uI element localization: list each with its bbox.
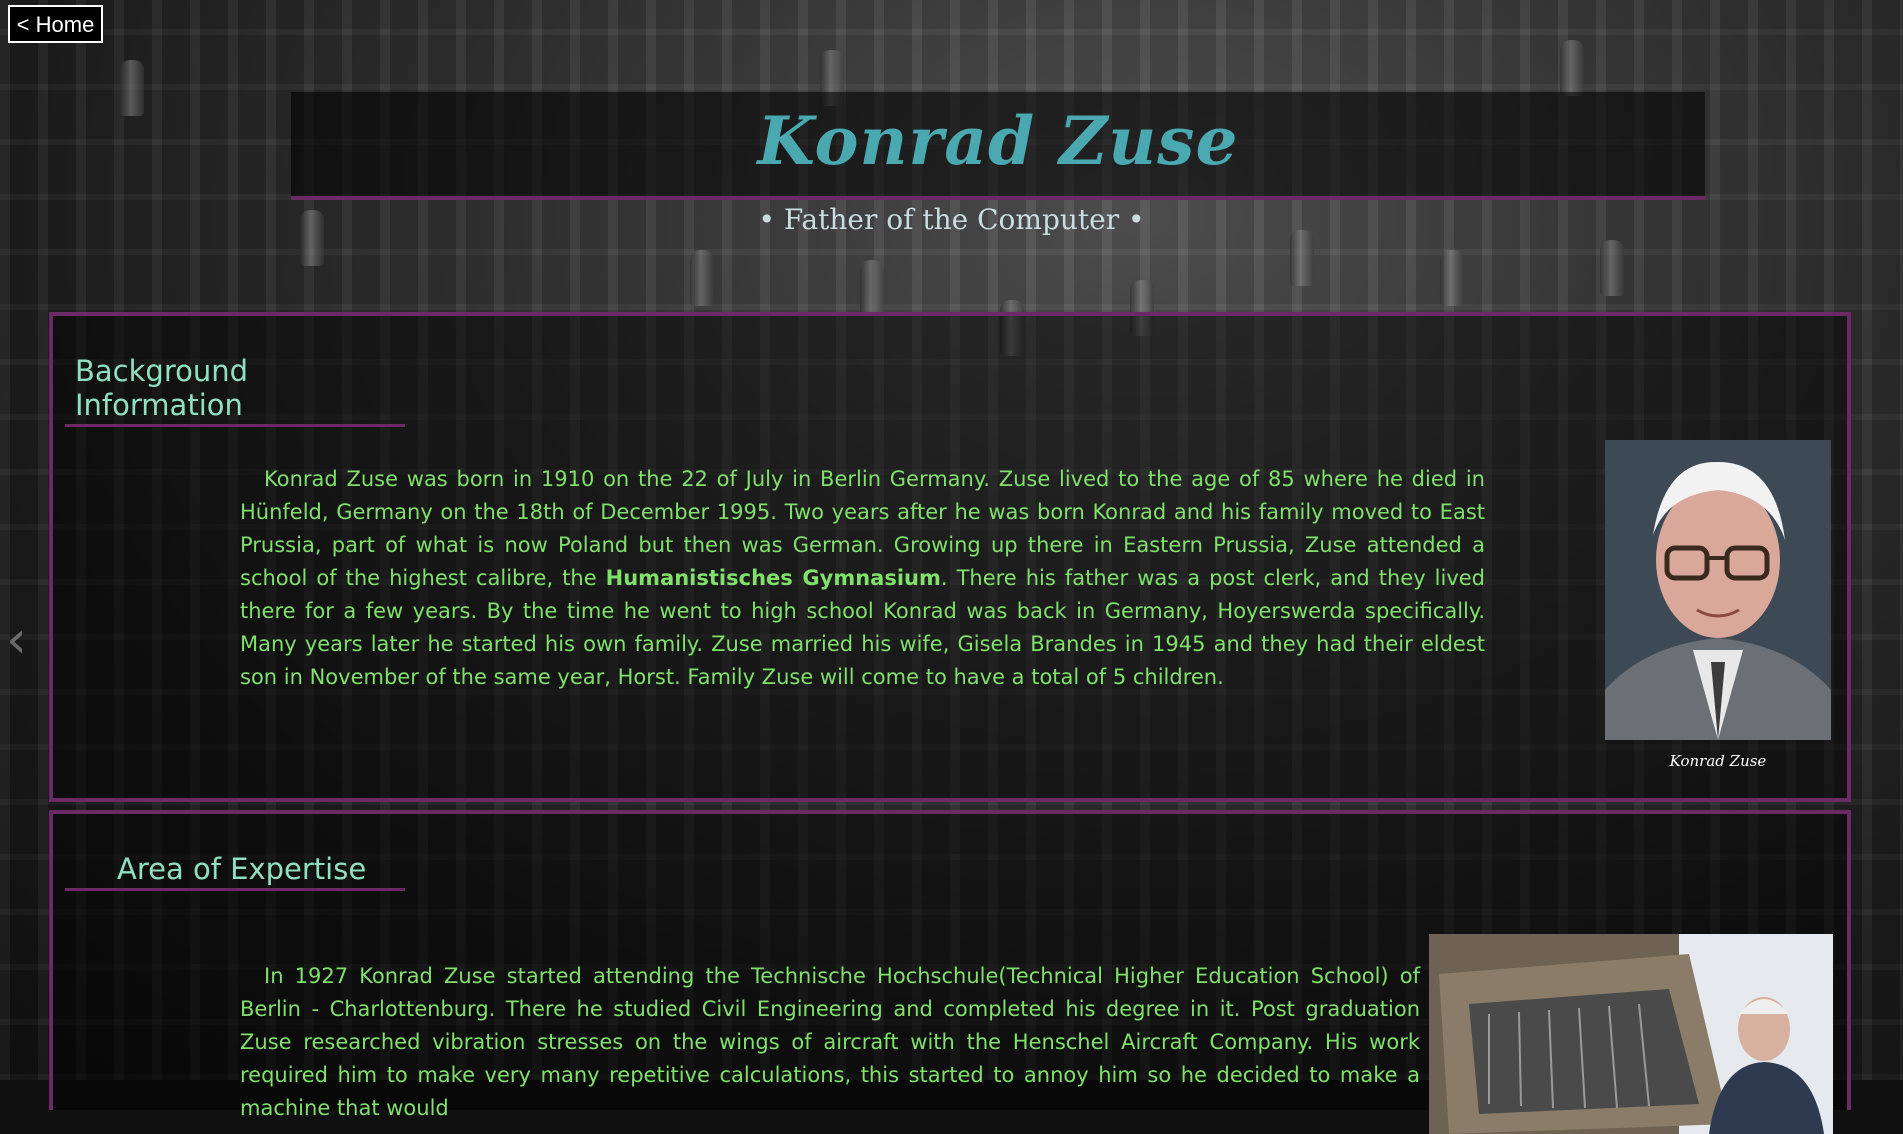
home-button[interactable]: < Home (8, 5, 103, 43)
background-information-section: Background Information Konrad Zuse was b… (49, 312, 1851, 802)
background-decoration (1440, 250, 1464, 306)
zuse-with-machine-photo (1429, 934, 1833, 1134)
background-decoration (1290, 230, 1314, 286)
image-caption: Konrad Zuse (1669, 752, 1767, 770)
page-title: Konrad Zuse (757, 102, 1239, 180)
machine-photo-drawing (1429, 934, 1833, 1134)
konrad-zuse-portrait (1605, 440, 1831, 740)
background-decoration (120, 60, 144, 116)
background-decoration (690, 250, 714, 306)
background-decoration (1600, 240, 1624, 296)
portrait-drawing (1605, 440, 1831, 740)
title-banner: Konrad Zuse (291, 92, 1705, 200)
area-of-expertise-section: Area of Expertise In 1927 Konrad Zuse st… (49, 810, 1851, 1134)
section-heading: Area of Expertise (65, 852, 405, 891)
school-name: Humanistisches Gymnasium (605, 566, 941, 590)
page-subtitle: • Father of the Computer • (758, 203, 1145, 236)
section-heading: Background Information (65, 354, 405, 427)
chevron-left-icon[interactable]: ‹ (6, 612, 46, 668)
section-paragraph: Konrad Zuse was born in 1910 on the 22 o… (240, 463, 1485, 694)
background-decoration (860, 260, 884, 316)
section-paragraph: In 1927 Konrad Zuse started attending th… (240, 964, 1420, 1120)
background-decoration (1560, 40, 1584, 96)
